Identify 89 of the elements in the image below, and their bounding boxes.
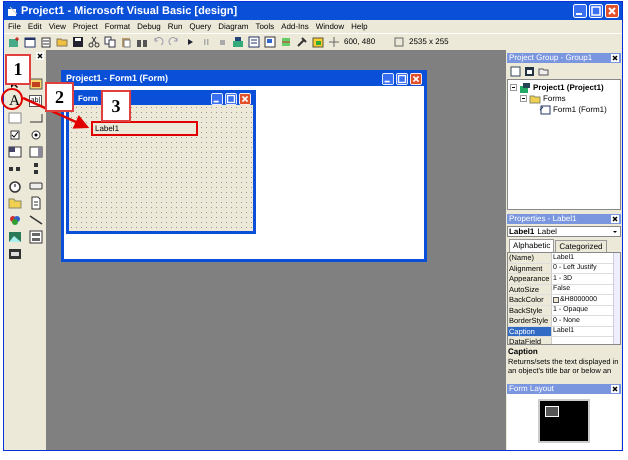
object-dropdown[interactable]: Label1 Label bbox=[507, 226, 621, 237]
window-title: Project1 - Microsoft Visual Basic [design] bbox=[21, 4, 238, 19]
close-icon[interactable] bbox=[611, 54, 619, 62]
menu-item[interactable]: Project bbox=[72, 22, 98, 32]
form-layout-icon bbox=[264, 36, 276, 48]
image-tool-icon bbox=[8, 230, 22, 244]
combo-tool-icon bbox=[8, 144, 22, 158]
form-icon bbox=[539, 104, 551, 116]
minimize-button[interactable] bbox=[573, 4, 587, 18]
view-code-icon bbox=[510, 66, 521, 76]
radio-tool-icon bbox=[28, 128, 42, 142]
menu-item[interactable]: File bbox=[8, 22, 21, 32]
menu-item[interactable]: Diagram bbox=[218, 22, 248, 32]
copy-icon bbox=[104, 36, 116, 48]
crosshair-icon bbox=[328, 36, 340, 48]
panel-title: Project Group - Group1 bbox=[509, 53, 592, 63]
callout-number: 2 bbox=[45, 82, 74, 112]
position-readout: 600, 480 bbox=[344, 36, 376, 48]
data-view-icon bbox=[312, 36, 324, 48]
menu-item[interactable]: Window bbox=[316, 22, 344, 32]
close-icon[interactable] bbox=[611, 215, 619, 223]
timer-tool-icon bbox=[8, 178, 22, 192]
data-tool-icon bbox=[28, 230, 42, 244]
add-project-icon bbox=[8, 36, 20, 48]
panel-title: Properties - Label1 bbox=[509, 214, 577, 224]
size-readout: 2535 x 255 bbox=[409, 36, 449, 48]
close-button[interactable] bbox=[410, 73, 422, 85]
line-tool-icon bbox=[28, 212, 42, 226]
label-tool[interactable]: A bbox=[8, 94, 22, 108]
save-icon bbox=[72, 36, 84, 48]
list-tool-icon bbox=[28, 144, 42, 158]
tab[interactable]: Alphabetic bbox=[509, 239, 554, 252]
menu-item[interactable]: Add-Ins bbox=[281, 22, 309, 32]
menu-editor-icon bbox=[40, 36, 52, 48]
maximize-button[interactable] bbox=[396, 73, 408, 85]
color-swatch bbox=[553, 296, 559, 303]
picture-tool-icon bbox=[28, 76, 42, 90]
label-control[interactable]: Label1 bbox=[91, 121, 198, 136]
menu-item[interactable]: Run bbox=[168, 22, 182, 32]
undo-icon bbox=[152, 36, 164, 48]
properties-window-icon bbox=[248, 36, 260, 48]
redo-icon bbox=[168, 36, 180, 48]
view-object-icon bbox=[524, 66, 535, 76]
project-explorer-icon bbox=[232, 36, 244, 48]
description-title: Caption bbox=[508, 347, 539, 357]
app-icon bbox=[7, 6, 18, 16]
menu-item[interactable]: View bbox=[48, 22, 66, 32]
maximize-button[interactable] bbox=[589, 4, 603, 18]
paste-icon bbox=[120, 36, 132, 48]
checkbox-tool-icon bbox=[8, 128, 22, 142]
tree-item[interactable]: Form1 (Form1) bbox=[553, 104, 607, 114]
tree-item[interactable]: Forms bbox=[543, 94, 566, 104]
close-icon[interactable] bbox=[611, 385, 619, 393]
close-button[interactable] bbox=[239, 92, 251, 104]
expander-icon[interactable] bbox=[520, 95, 527, 102]
object-type: Label bbox=[537, 227, 558, 236]
minimize-button[interactable] bbox=[382, 73, 394, 85]
file-tool-icon bbox=[28, 196, 42, 210]
minimize-button[interactable] bbox=[211, 92, 223, 104]
add-form-icon bbox=[24, 36, 36, 48]
tab[interactable]: Categorized bbox=[555, 240, 606, 252]
expander-icon[interactable] bbox=[510, 84, 517, 91]
callout-number: 1 bbox=[5, 54, 31, 85]
folder-tool-icon bbox=[8, 196, 22, 210]
label-caption: Label1 bbox=[94, 122, 120, 134]
menu-item[interactable]: Query bbox=[189, 22, 212, 32]
ole-tool-icon bbox=[8, 246, 22, 260]
close-icon[interactable] bbox=[36, 52, 44, 60]
folder-icon bbox=[538, 66, 549, 76]
menu-item[interactable]: Help bbox=[351, 22, 368, 32]
cut-icon bbox=[88, 36, 100, 48]
frame-tool-icon bbox=[8, 110, 22, 124]
menu-item[interactable]: Tools bbox=[255, 22, 274, 32]
menu-item[interactable]: Format bbox=[104, 22, 130, 32]
form-preview bbox=[545, 406, 559, 417]
project-icon bbox=[519, 82, 531, 94]
menu-item[interactable]: Debug bbox=[137, 22, 161, 32]
form-title: Form bbox=[77, 92, 98, 104]
size-icon bbox=[393, 36, 405, 48]
folder-icon bbox=[529, 92, 541, 104]
open-folder-icon bbox=[56, 36, 68, 48]
panel-title: Form Layout bbox=[509, 384, 554, 394]
object-name: Label1 bbox=[509, 227, 534, 236]
callout-number: 3 bbox=[101, 90, 131, 122]
maximize-button[interactable] bbox=[225, 92, 237, 104]
close-button[interactable] bbox=[605, 4, 619, 18]
tree-item[interactable]: Project1 (Project1) bbox=[533, 82, 604, 92]
menu-item[interactable]: Edit bbox=[28, 22, 42, 32]
scrollbar[interactable] bbox=[613, 253, 620, 344]
